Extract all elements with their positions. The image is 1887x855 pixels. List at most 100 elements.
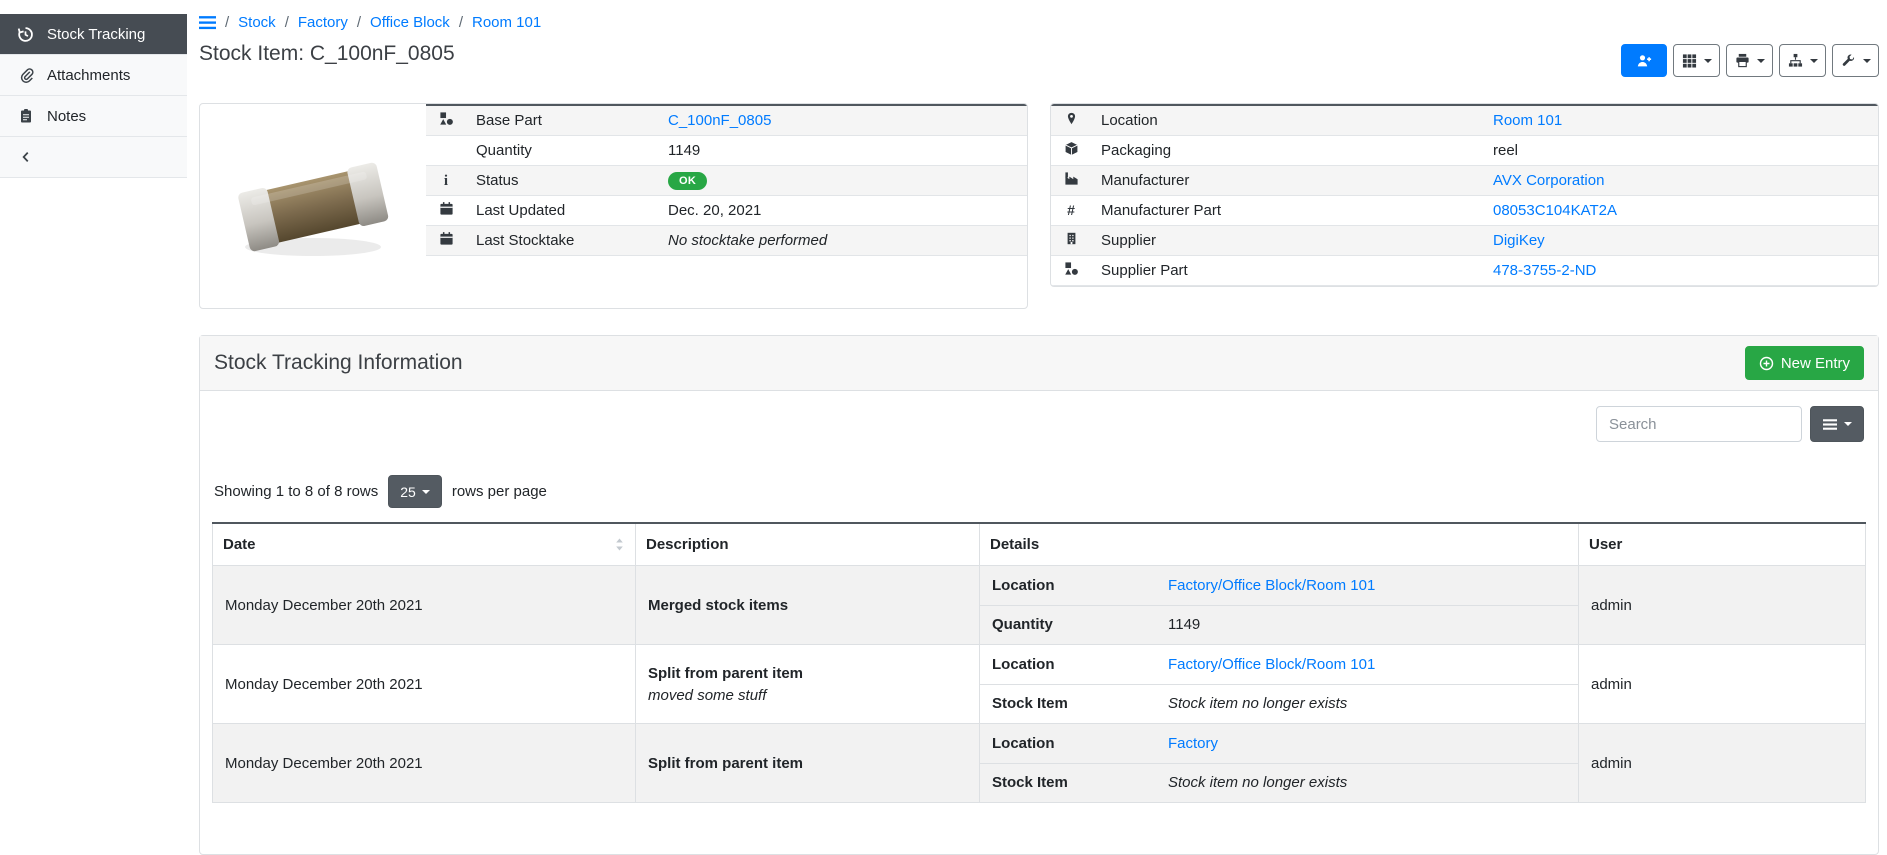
row-details-table: Location Factory/Office Block/Room 101 Q… [980,566,1578,644]
breadcrumb-separator: / [357,14,361,31]
detail-row-last-updated: Last Updated Dec. 20, 2021 [426,196,1027,226]
user-plus-icon [1636,53,1653,69]
sidebar-item-attachments[interactable]: Attachments [0,55,187,96]
new-entry-button[interactable]: New Entry [1745,346,1864,380]
detail-label: Packaging [1091,136,1483,166]
breadcrumb-link-stock[interactable]: Stock [238,14,276,31]
hash-icon: # [1067,202,1075,218]
columns-button[interactable] [1810,406,1864,442]
page-title: Stock Item: C_100nF_0805 [199,42,455,66]
sitemap-icon [1788,53,1803,68]
detail-row-packaging: Packaging reel [1051,136,1878,166]
detail-label: Status [466,166,658,196]
column-header-label: Date [223,536,256,553]
item-detail-panels: Base Part C_100nF_0805 Quantity 1149 i S… [199,103,1879,309]
stock-actions-button[interactable] [1779,44,1826,77]
detail-key: Stock Item [980,763,1156,802]
detail-location-link[interactable]: Factory/Office Block/Room 101 [1168,656,1375,673]
detail-key: Quantity [980,605,1156,644]
detail-key: Location [980,566,1156,605]
detail-location-link[interactable]: Factory/Office Block/Room 101 [1168,577,1375,594]
column-header-details[interactable]: Details [980,523,1579,566]
item-actions-button[interactable] [1832,44,1879,77]
last-stocktake-value: No stocktake performed [658,226,1027,256]
stock-item-image [200,104,426,308]
toolbar [1621,44,1879,77]
item-detail-panel-left: Base Part C_100nF_0805 Quantity 1149 i S… [199,103,1028,309]
shapes-icon [438,111,454,126]
caret-down-icon [422,490,430,494]
supplier-part-link[interactable]: 478-3755-2-ND [1493,262,1596,279]
display-options-button[interactable] [1673,44,1720,77]
location-link[interactable]: Room 101 [1493,112,1562,129]
supplier-link[interactable]: DigiKey [1493,232,1545,249]
calendar-icon [438,201,454,216]
caret-down-icon [1844,422,1852,426]
page-size-button[interactable]: 25 [388,475,442,508]
chevron-left-icon [17,150,34,164]
calendar-icon [438,231,454,246]
table-tools-row [200,391,1878,442]
sidebar-collapse-button[interactable] [0,137,187,178]
last-updated-value: Dec. 20, 2021 [658,196,1027,226]
detail-location-link[interactable]: Factory [1168,735,1218,752]
stock-tracking-header: Stock Tracking Information New Entry [200,336,1878,391]
note-icon [17,108,34,124]
showing-text: Showing 1 to 8 of 8 rows [214,483,378,500]
detail-key: Location [980,724,1156,763]
detail-label: Manufacturer [1091,166,1483,196]
column-header-description[interactable]: Description [636,523,980,566]
caret-down-icon [1757,59,1765,63]
plus-circle-icon [1759,356,1774,371]
manufacturer-part-link[interactable]: 08053C104KAT2A [1493,202,1617,219]
row-user: admin [1579,645,1866,724]
item-detail-table-left: Base Part C_100nF_0805 Quantity 1149 i S… [426,104,1027,256]
manufacturer-link[interactable]: AVX Corporation [1493,172,1604,189]
packaging-value: reel [1483,136,1878,166]
sidebar-item-stock-tracking[interactable]: Stock Tracking [0,14,187,55]
detail-label: Last Stocktake [466,226,658,256]
info-icon: i [444,173,448,189]
caret-down-icon [1704,59,1712,63]
main-content: / Stock / Factory / Office Block / Room … [187,0,1887,855]
breadcrumb-link-room-101[interactable]: Room 101 [472,14,541,31]
tools-icon [1841,53,1856,68]
detail-label: Last Updated [466,196,658,226]
breadcrumb-link-factory[interactable]: Factory [298,14,348,31]
columns-list-icon [1823,418,1837,431]
column-header-user[interactable]: User [1579,523,1866,566]
title-row: Stock Item: C_100nF_0805 [199,42,1879,77]
detail-label: Manufacturer Part [1091,196,1483,226]
history-icon [17,26,34,43]
building-icon [1063,231,1079,246]
row-date: Monday December 20th 2021 [213,724,636,803]
caret-down-icon [1810,59,1818,63]
detail-label: Supplier Part [1091,256,1483,286]
shapes-icon [1063,261,1079,276]
user-actions-button[interactable] [1621,44,1667,77]
column-header-date[interactable]: Date [213,523,636,566]
breadcrumb-separator: / [225,14,229,31]
app-window: Stock Tracking Attachments Notes / [0,0,1887,805]
industry-icon [1063,171,1079,186]
base-part-link[interactable]: C_100nF_0805 [668,112,771,129]
sort-icon [614,537,625,552]
grid-icon [1682,53,1697,68]
sidebar-item-notes[interactable]: Notes [0,96,187,137]
quantity-value: 1149 [658,136,1027,166]
tracking-row: Monday December 20th 2021 Split from par… [213,645,1866,724]
search-input[interactable] [1596,406,1802,442]
breadcrumb-link-office-block[interactable]: Office Block [370,14,450,31]
detail-row-manufacturer-part: # Manufacturer Part 08053C104KAT2A [1051,196,1878,226]
row-details-table: Location Factory Stock Item Stock item n… [980,724,1578,802]
status-badge: OK [668,172,707,190]
detail-row-supplier: Supplier DigiKey [1051,226,1878,256]
menu-icon[interactable] [199,15,216,30]
map-marker-icon [1063,111,1079,126]
detail-value: Stock item no longer exists [1156,684,1578,723]
detail-row-supplier-part: Supplier Part 478-3755-2-ND [1051,256,1878,286]
print-actions-button[interactable] [1726,44,1773,77]
paperclip-icon [17,67,34,83]
caret-down-icon [1863,59,1871,63]
breadcrumb: / Stock / Factory / Office Block / Room … [199,14,1879,31]
